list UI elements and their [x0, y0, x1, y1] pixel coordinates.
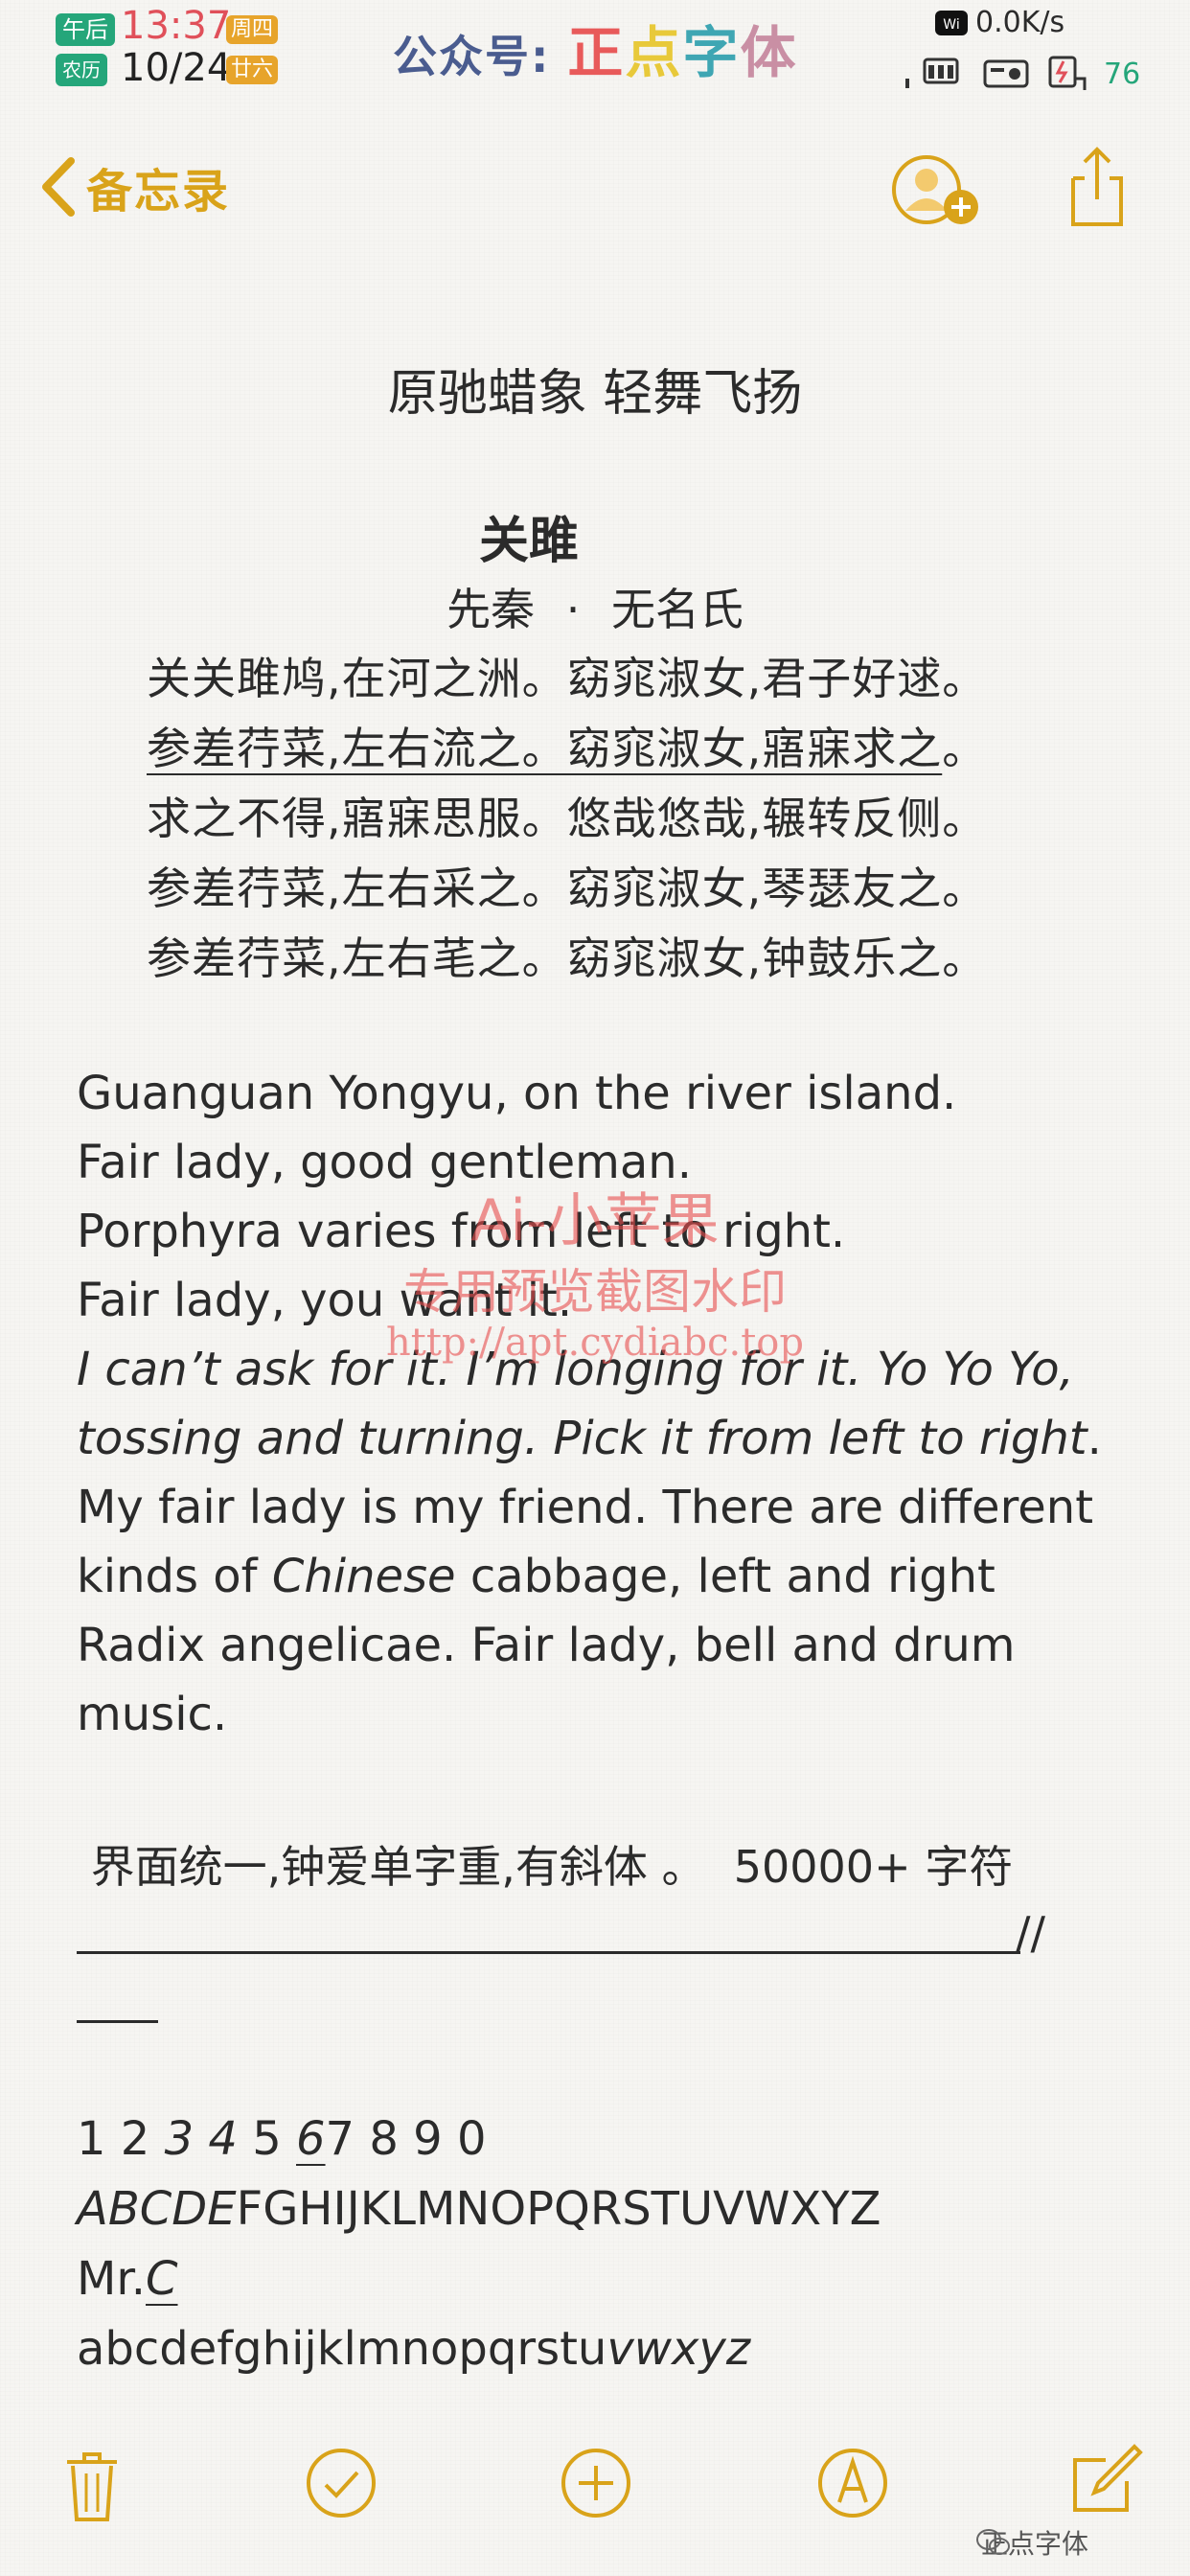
- brand-title: 公众号: 正点字体: [393, 8, 797, 88]
- underlined-italic-text: C: [146, 2252, 178, 2306]
- underlined-italic-text: 6: [296, 2112, 326, 2166]
- back-button[interactable]: 备忘录: [38, 153, 230, 220]
- markup-icon[interactable]: [816, 2447, 889, 2519]
- poem-line: 关关雎鸠,在河之洲。窈窕淑女,君子好逑。: [147, 653, 988, 704]
- italic-text: Chinese: [271, 1550, 456, 1603]
- translation-line: Porphyra varies from left to right.: [77, 1205, 846, 1258]
- text-run: cabbage, left and right: [455, 1550, 995, 1603]
- poem-author: 无名氏: [610, 584, 744, 635]
- translation-line-italic: tossing and turning. Pick it from left t…: [77, 1404, 1131, 1473]
- rule-line: //: [77, 1907, 1131, 1965]
- add-icon[interactable]: [560, 2447, 632, 2519]
- network-speed: 0.0K/s: [975, 6, 1065, 39]
- italic-text: vwxyz: [606, 2322, 751, 2376]
- text-run: 5: [237, 2112, 296, 2166]
- poem-title: 关雎: [479, 513, 580, 570]
- add-person-icon[interactable]: [886, 151, 986, 228]
- am-pm-badge: 午后: [56, 13, 115, 46]
- brand-prefix: 公众号:: [393, 31, 568, 82]
- text-run: abcdefghijklmnopqrstu: [77, 2322, 607, 2376]
- poem-dynasty: 先秦: [446, 584, 536, 635]
- checklist-icon[interactable]: [305, 2447, 378, 2519]
- translation-line-italic: I can’t ask for it. I’m longing for it. …: [77, 1335, 1131, 1404]
- italic-text: I can’t ask for it. I’m longing for it. …: [77, 1343, 1074, 1396]
- italic-text: tossing and turning. Pick it from left t…: [77, 1412, 1087, 1465]
- back-label: 备忘录: [86, 165, 231, 218]
- poem-line: 求之不得,寤寐思服。悠哉悠哉,辗转反侧。: [147, 793, 988, 844]
- signal-icon: [905, 56, 963, 90]
- brand-char-3: 字: [682, 20, 741, 85]
- poem-line-tail: 。: [942, 723, 988, 774]
- weekday-badge: 周四: [226, 15, 279, 44]
- wechat-icon: [975, 2528, 1012, 2557]
- rule-bar: [77, 1951, 1020, 1954]
- status-bar: 午后 13:37 周四 农历 10/24 廿六 公众号: 正点字体 Wi 0.0…: [0, 0, 1190, 96]
- compose-icon[interactable]: [1067, 2441, 1144, 2518]
- text-run: kinds of: [77, 1550, 272, 1603]
- translation-line: Fair lady, you want it.: [77, 1274, 573, 1327]
- italic-text: 3 4: [164, 2112, 238, 2166]
- wifi-icon: Wi: [934, 10, 969, 36]
- mr-line: Mr.C: [77, 2244, 1131, 2314]
- translation-line: My fair lady is my friend. There are dif…: [77, 1481, 1094, 1534]
- rule-tail: //: [1016, 1907, 1045, 1959]
- feature-line: 界面统一,钟爱单字重,有斜体 。 50000+ 字符: [77, 1841, 1014, 1893]
- period: .: [1087, 1412, 1102, 1465]
- wechat-badge: 正点字体: [975, 2523, 1088, 2562]
- translation-line: Fair lady, good gentleman.: [77, 1136, 692, 1189]
- uppercase-line: ABCDEFGHIJKLMNOPQRSTUVWXYZ: [77, 2174, 1131, 2244]
- share-icon[interactable]: [1064, 144, 1131, 230]
- brand-char-2: 点: [625, 20, 683, 85]
- radio-icon: [982, 56, 1030, 90]
- nav-bar: 备忘录: [0, 134, 1190, 240]
- bottom-toolbar: 正点字体: [0, 2439, 1190, 2560]
- poem-author-line: 先秦 · 无名氏: [0, 575, 1190, 638]
- poem-line-underlined: 参差荇菜,左右流之。窈窕淑女,寤寐求之。: [147, 714, 1105, 777]
- battery-level: 76: [1104, 58, 1141, 91]
- digits-line: 1 2 3 4 5 67 8 9 0: [77, 2104, 1131, 2174]
- lunar-day-badge: 廿六: [226, 56, 279, 84]
- lunar-date: 10/24: [121, 46, 232, 90]
- lunar-calendar-badge: 农历: [56, 54, 107, 86]
- poem-line-text: 参差荇菜,左右流之。窈窕淑女,寤寐求之: [147, 723, 943, 774]
- english-translation: Guanguan Yongyu, on the river island. Fa…: [77, 1059, 1131, 1749]
- poem-line: 参差荇菜,左右采之。窈窕淑女,琴瑟友之。: [147, 862, 988, 914]
- text-run: FGHIJKLMNOPQRSTUVWXYZ: [236, 2182, 881, 2236]
- text-run: 1 2: [77, 2112, 165, 2166]
- translation-line: kinds of Chinese cabbage, left and right: [77, 1542, 1131, 1611]
- translation-line: Guanguan Yongyu, on the river island.: [77, 1067, 957, 1120]
- italic-text: ABCDE: [77, 2182, 237, 2236]
- character-samples: 1 2 3 4 5 67 8 9 0 ABCDEFGHIJKLMNOPQRSTU…: [77, 2104, 1131, 2384]
- translation-line: Radix angelicae. Fair lady, bell and dru…: [77, 1619, 1016, 1672]
- svg-text:Wi: Wi: [943, 17, 959, 33]
- brand-char-4: 体: [740, 20, 798, 85]
- rule-short: [77, 2020, 158, 2023]
- text-run: Mr.: [77, 2252, 146, 2306]
- trash-icon[interactable]: [63, 2449, 121, 2523]
- translation-line: music.: [77, 1688, 228, 1741]
- poem-line: 参差荇菜,左右芼之。窈窕淑女,钟鼓乐之。: [147, 932, 988, 984]
- chevron-left-icon: [38, 155, 77, 218]
- brand-char-1: 正: [567, 20, 626, 85]
- poem-author-separator: ·: [565, 584, 581, 635]
- text-run: 7 8 9 0: [325, 2112, 487, 2166]
- note-heading: 原驰蜡象 轻舞飞扬: [387, 365, 803, 423]
- battery-charging-icon: [1046, 50, 1094, 92]
- lowercase-line: abcdefghijklmnopqrstuvwxyz: [77, 2314, 1131, 2384]
- clock-time: 13:37: [121, 4, 232, 48]
